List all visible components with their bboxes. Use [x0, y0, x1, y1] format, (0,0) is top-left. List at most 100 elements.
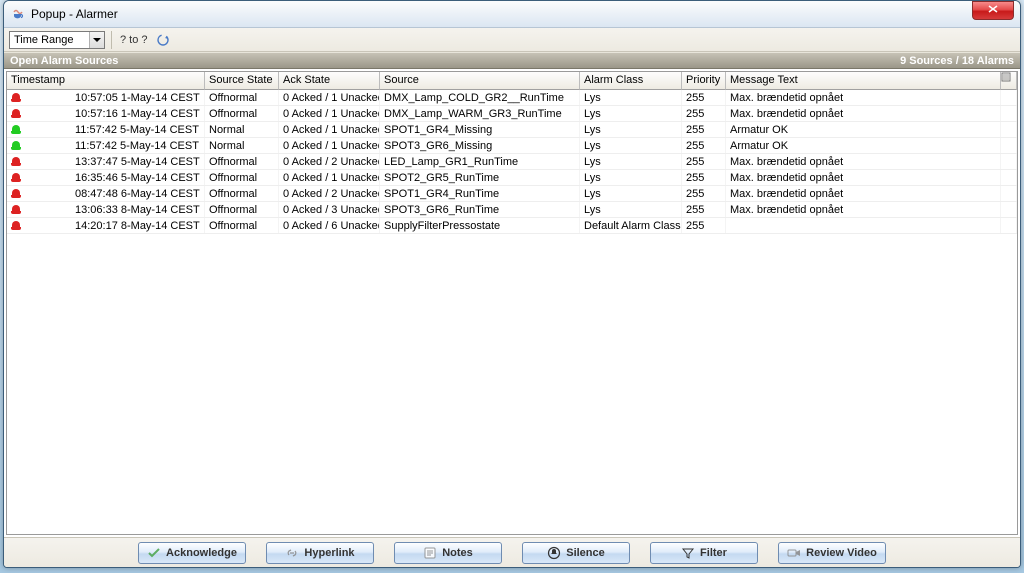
notes-button[interactable]: Notes [394, 542, 502, 564]
cell-timestamp: 10:57:05 1-May-14 CEST [7, 90, 205, 105]
table-row[interactable]: 13:06:33 8-May-14 CEST Offnormal0 Acked /… [7, 202, 1017, 218]
report-icon [1001, 72, 1011, 82]
cell-source-state: Offnormal [205, 154, 279, 169]
refresh-button[interactable] [154, 31, 172, 49]
silence-button[interactable]: Silence [522, 542, 630, 564]
filter-icon [681, 546, 695, 560]
cell-report [1001, 202, 1017, 217]
cell-alarm-class: Lys [580, 186, 682, 201]
close-icon [988, 5, 998, 16]
bell-red-icon [11, 204, 21, 215]
cell-priority: 255 [682, 106, 726, 121]
range-text: ? to ? [118, 34, 150, 46]
review-video-button[interactable]: Review Video [778, 542, 886, 564]
col-priority[interactable]: Priority [682, 72, 726, 90]
cell-report [1001, 138, 1017, 153]
title-bar[interactable]: Popup - Alarmer [4, 1, 1020, 28]
bell-red-icon [11, 188, 21, 199]
cell-timestamp: 10:57:16 1-May-14 CEST [7, 106, 205, 121]
cell-message: Max. brændetid opnået [726, 106, 1001, 121]
timestamp-text: 14:20:17 8-May-14 CEST [25, 220, 200, 232]
cell-source-state: Offnormal [205, 170, 279, 185]
table-row[interactable]: 10:57:05 1-May-14 CESTOffnormal0 Acked /… [7, 90, 1017, 106]
col-alarm-class[interactable]: Alarm Class [580, 72, 682, 90]
video-icon [787, 546, 801, 560]
col-ack-state[interactable]: Ack State [279, 72, 380, 90]
table-row[interactable]: 13:37:47 5-May-14 CESTOffnormal0 Acked /… [7, 154, 1017, 170]
cell-priority: 255 [682, 90, 726, 105]
table-row[interactable]: 10:57:16 1-May-14 CESTOffnormal0 Acked /… [7, 106, 1017, 122]
cell-priority: 255 [682, 154, 726, 169]
separator [111, 31, 112, 49]
panel-header: Open Alarm Sources 9 Sources / 18 Alarms [4, 52, 1020, 69]
cell-source: SPOT1_GR4_Missing [380, 122, 580, 137]
window: Popup - Alarmer Time Range ? to ? Open A… [3, 0, 1021, 568]
table-row[interactable]: 08:47:48 6-May-14 CESTOffnormal0 Acked /… [7, 186, 1017, 202]
col-source-state[interactable]: Source State [205, 72, 279, 90]
cell-report [1001, 186, 1017, 201]
hyperlink-button[interactable]: Hyperlink [266, 542, 374, 564]
cell-timestamp: 13:37:47 5-May-14 CEST [7, 154, 205, 169]
close-button[interactable] [972, 1, 1014, 20]
cell-source: SPOT3_GR6_RunTime [380, 202, 580, 217]
bell-red-icon [11, 220, 21, 231]
timestamp-text: 10:57:16 1-May-14 CEST [25, 108, 200, 120]
cell-report [1001, 154, 1017, 169]
cell-priority: 255 [682, 138, 726, 153]
check-icon [147, 546, 161, 560]
top-toolbar: Time Range ? to ? [4, 28, 1020, 52]
cell-source: LED_Lamp_GR1_RunTime [380, 154, 580, 169]
cell-alarm-class: Lys [580, 202, 682, 217]
cell-priority: 255 [682, 202, 726, 217]
btn-label: Notes [442, 547, 473, 559]
cell-source: SPOT3_GR6_Missing [380, 138, 580, 153]
cell-priority: 255 [682, 170, 726, 185]
col-report-icon[interactable] [1001, 72, 1017, 90]
notes-icon [423, 546, 437, 560]
cell-alarm-class: Lys [580, 154, 682, 169]
btn-label: Silence [566, 547, 605, 559]
timestamp-text: 08:47:48 6-May-14 CEST [25, 188, 200, 200]
chevron-down-icon [89, 32, 104, 48]
java-cup-icon [10, 6, 26, 22]
table-header: Timestamp Source State Ack State Source … [7, 72, 1017, 90]
cell-ack-state: 0 Acked / 1 Unacked [279, 122, 380, 137]
table-body[interactable]: 10:57:05 1-May-14 CESTOffnormal0 Acked /… [7, 90, 1017, 534]
timestamp-text: 13:06:33 8-May-14 CEST [25, 204, 200, 216]
table-row[interactable]: 14:20:17 8-May-14 CESTOffnormal0 Acked /… [7, 218, 1017, 234]
cell-ack-state: 0 Acked / 1 Unacked [279, 106, 380, 121]
cell-timestamp: 13:06:33 8-May-14 CEST [7, 202, 205, 217]
cell-timestamp: 11:57:42 5-May-14 CEST [7, 138, 205, 153]
acknowledge-button[interactable]: Acknowledge [138, 542, 246, 564]
cell-alarm-class: Lys [580, 90, 682, 105]
col-timestamp[interactable]: Timestamp [7, 72, 205, 90]
cell-priority: 255 [682, 218, 726, 233]
table-row[interactable]: 16:35:46 5-May-14 CESTOffnormal0 Acked /… [7, 170, 1017, 186]
col-message-text[interactable]: Message Text [726, 72, 1001, 90]
timestamp-text: 13:37:47 5-May-14 CEST [25, 156, 200, 168]
btn-label: Hyperlink [304, 547, 354, 559]
cell-priority: 255 [682, 122, 726, 137]
table-row[interactable]: 11:57:42 5-May-14 CESTNormal0 Acked / 1 … [7, 122, 1017, 138]
cell-message: Max. brændetid opnået [726, 170, 1001, 185]
cell-source: DMX_Lamp_COLD_GR2__RunTime [380, 90, 580, 105]
cell-message [726, 218, 1001, 233]
col-source[interactable]: Source [380, 72, 580, 90]
cell-alarm-class: Default Alarm Class [580, 218, 682, 233]
table-row[interactable]: 11:57:42 5-May-14 CESTNormal0 Acked / 1 … [7, 138, 1017, 154]
bell-green-icon [11, 140, 21, 151]
cell-ack-state: 0 Acked / 1 Unacked [279, 90, 380, 105]
panel-header-left: Open Alarm Sources [10, 55, 118, 67]
time-range-combo[interactable]: Time Range [9, 31, 105, 49]
cell-message: Max. brændetid opnået [726, 202, 1001, 217]
cell-alarm-class: Lys [580, 170, 682, 185]
cell-source-state: Offnormal [205, 202, 279, 217]
bottom-toolbar: Acknowledge Hyperlink Notes Silence Filt… [4, 537, 1020, 567]
btn-label: Filter [700, 547, 727, 559]
cell-message: Max. brændetid opnået [726, 154, 1001, 169]
cell-ack-state: 0 Acked / 3 Unacked [279, 202, 380, 217]
filter-button[interactable]: Filter [650, 542, 758, 564]
cell-source: SPOT1_GR4_RunTime [380, 186, 580, 201]
cell-source-state: Normal [205, 122, 279, 137]
panel-header-right: 9 Sources / 18 Alarms [900, 55, 1014, 67]
